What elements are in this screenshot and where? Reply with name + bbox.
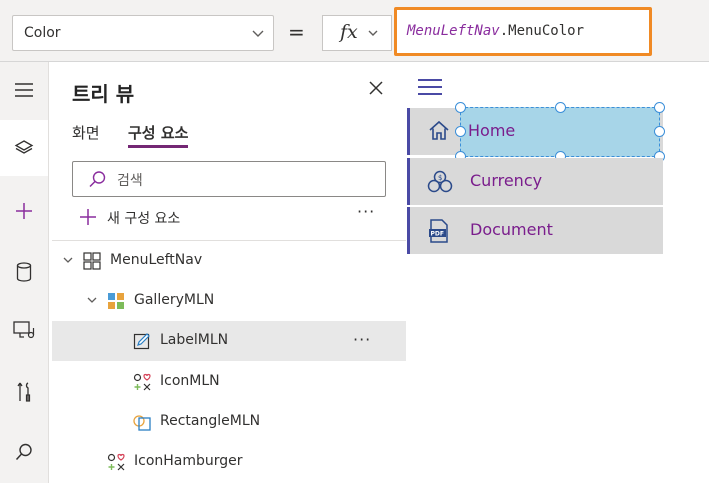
formula-bar: Color = fx MenuLeftNav.MenuColor <box>0 0 709 62</box>
resize-handle[interactable] <box>654 126 665 137</box>
hamburger-icon[interactable] <box>417 77 443 97</box>
plus-icon <box>80 209 96 225</box>
rail-media-button[interactable] <box>0 302 48 358</box>
layers-icon <box>14 140 34 154</box>
tree-node-iconmln[interactable]: IconMLN <box>52 362 406 402</box>
chevron-down-icon[interactable] <box>86 294 98 306</box>
menu-item-document[interactable]: PDF Document <box>407 207 663 254</box>
node-label: RectangleMLN <box>160 413 261 429</box>
menu-item-label: Home <box>468 121 516 140</box>
property-value: Color <box>24 25 61 41</box>
tree-node-gallerymln[interactable]: GalleryMLN <box>52 281 406 321</box>
chevron-down-icon[interactable] <box>62 254 74 266</box>
formula-text: MenuLeftNav.MenuColor <box>407 23 584 39</box>
search-placeholder: 검색 <box>117 173 143 189</box>
more-options-button[interactable]: ··· <box>357 202 375 221</box>
component-icon <box>83 252 101 270</box>
close-icon[interactable] <box>368 80 384 96</box>
resize-handle[interactable] <box>455 102 466 113</box>
tree-view-panel: 트리 뷰 화면 구성 요소 검색 새 구성 요소 ··· MenuLeftNav… <box>52 62 406 483</box>
property-dropdown[interactable]: Color <box>12 15 274 51</box>
resize-handle[interactable] <box>455 126 466 137</box>
tab-screens[interactable]: 화면 <box>72 122 100 143</box>
home-icon <box>429 120 449 140</box>
tree-node-menuleftnav[interactable]: MenuLeftNav <box>52 241 406 281</box>
svg-text:$: $ <box>438 174 442 182</box>
hamburger-icon <box>15 83 33 97</box>
media-icon <box>13 321 35 339</box>
fx-button[interactable]: fx <box>322 15 392 51</box>
chevron-down-icon <box>368 30 378 36</box>
rail-insert-button[interactable] <box>0 183 48 239</box>
equals-sign: = <box>288 20 305 44</box>
search-icon <box>89 171 106 188</box>
resize-handle[interactable] <box>654 102 665 113</box>
node-label: IconMLN <box>160 373 220 389</box>
gallery-icon <box>108 293 124 309</box>
menu-item-label: Currency <box>470 171 543 190</box>
search-input[interactable]: 검색 <box>72 161 386 197</box>
rail-advanced-tools-button[interactable] <box>0 364 48 420</box>
icon-control-icon <box>133 373 151 391</box>
node-more-button[interactable]: ··· <box>353 330 371 349</box>
svg-text:PDF: PDF <box>431 231 444 238</box>
formula-object: MenuLeftNav <box>407 23 500 39</box>
menu-item-label: Document <box>470 220 553 239</box>
new-component-label: 새 구성 요소 <box>107 211 181 227</box>
chevron-down-icon <box>252 30 264 37</box>
currency-icon: $ <box>427 170 453 193</box>
icon-control-icon <box>107 453 125 471</box>
plus-icon <box>16 203 32 219</box>
formula-member: .MenuColor <box>499 23 585 39</box>
tree-node-iconhamburger[interactable]: IconHamburger <box>52 442 406 482</box>
tree-node-labelmln[interactable]: LabelMLN ··· <box>52 321 406 361</box>
resize-handle[interactable] <box>555 102 566 113</box>
design-canvas[interactable]: Home $ Currency PDF Document <box>407 62 709 483</box>
pdf-icon: PDF <box>429 219 448 243</box>
node-label: LabelMLN <box>160 332 229 348</box>
rail-tree-view-button[interactable] <box>0 120 48 176</box>
rail-data-button[interactable] <box>0 244 48 300</box>
tree-node-rectanglemln[interactable]: RectangleMLN <box>52 402 406 442</box>
database-icon <box>16 262 32 282</box>
fx-icon: fx <box>340 21 358 43</box>
label-edit-icon <box>133 333 150 350</box>
panel-title: 트리 뷰 <box>72 82 135 106</box>
shape-icon <box>133 415 151 431</box>
tab-components[interactable]: 구성 요소 <box>128 122 189 148</box>
rail-search-button[interactable] <box>0 424 48 480</box>
menu-item-currency[interactable]: $ Currency <box>407 158 663 205</box>
search-icon <box>15 443 32 461</box>
left-rail <box>0 62 49 483</box>
formula-input[interactable]: MenuLeftNav.MenuColor <box>394 7 652 56</box>
rail-menu-button[interactable] <box>0 62 48 118</box>
node-label: GalleryMLN <box>134 292 215 308</box>
tools-icon <box>17 382 31 402</box>
node-label: MenuLeftNav <box>110 252 203 268</box>
node-label: IconHamburger <box>134 453 243 469</box>
